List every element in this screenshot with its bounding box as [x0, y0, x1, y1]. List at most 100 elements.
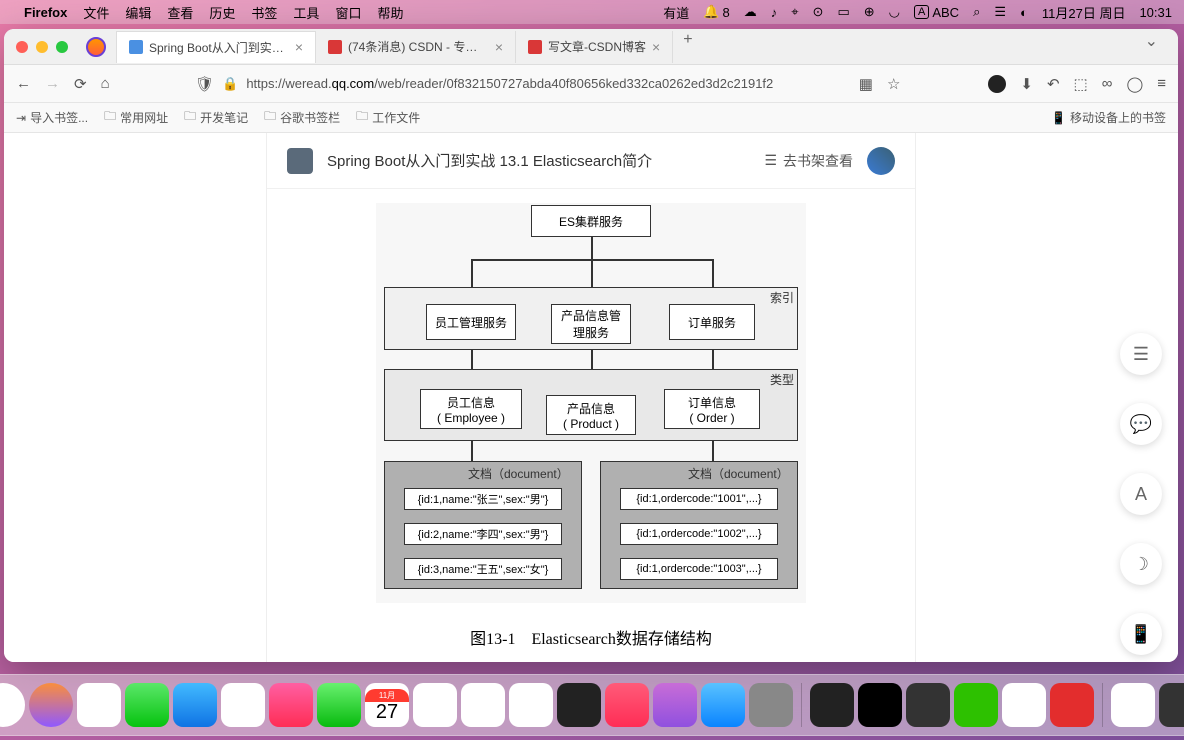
dock-facetime[interactable]	[317, 683, 361, 727]
dock-tiktok[interactable]	[858, 683, 902, 727]
diagram-doc-row: {id:3,name:"王五",sex:"女"}	[404, 558, 562, 580]
diagram-line	[471, 259, 713, 261]
status-siri-icon[interactable]: ◐	[1020, 5, 1028, 20]
close-tab-icon[interactable]: ×	[495, 39, 503, 55]
dock-chrome[interactable]	[0, 683, 25, 727]
menu-bookmarks[interactable]: 书签	[251, 3, 277, 22]
tabs-dropdown-icon[interactable]: ⌄	[1137, 31, 1166, 63]
qr-icon[interactable]: ▦	[859, 75, 873, 93]
menu-view[interactable]: 查看	[167, 3, 193, 22]
dock-terminal[interactable]	[810, 683, 854, 727]
status-control-center-icon[interactable]: ☰	[994, 4, 1006, 20]
dock-maps[interactable]	[221, 683, 265, 727]
status-battery-icon[interactable]: ▭	[837, 4, 849, 20]
dock-music[interactable]	[605, 683, 649, 727]
extension-1[interactable]	[988, 75, 1006, 93]
dock-contacts[interactable]	[413, 683, 457, 727]
dock-reminders[interactable]	[461, 683, 505, 727]
dock-qq[interactable]	[1002, 683, 1046, 727]
status-location-icon[interactable]: ⊕	[864, 4, 875, 20]
reload-button[interactable]: ⟳	[74, 75, 87, 93]
dock-podcasts[interactable]	[653, 683, 697, 727]
dock-wechat[interactable]	[954, 683, 998, 727]
tab-csdn-write[interactable]: 写文章-CSDN博客×	[516, 31, 673, 63]
night-mode-button[interactable]: ☽	[1120, 543, 1162, 585]
cal-month: 11月	[365, 689, 409, 702]
dock-minimized-window[interactable]	[1159, 683, 1184, 727]
dock-firefox[interactable]	[29, 683, 73, 727]
menu-window[interactable]: 窗口	[335, 3, 361, 22]
close-tab-icon[interactable]: ×	[295, 39, 303, 55]
bookmark-folder-common[interactable]: 🗀 常用网址	[104, 107, 168, 128]
dock-youdao[interactable]	[1050, 683, 1094, 727]
import-bookmarks[interactable]: ⇥ 导入书签...	[16, 109, 88, 126]
menu-icon[interactable]: ≡	[1157, 75, 1166, 92]
mobile-button[interactable]: 📱	[1120, 613, 1162, 655]
close-window-button[interactable]	[16, 41, 28, 53]
download-icon[interactable]: ⬇	[1020, 75, 1033, 93]
status-notification[interactable]: 🔔8	[703, 4, 729, 20]
menu-tools[interactable]: 工具	[293, 3, 319, 22]
user-avatar[interactable]	[867, 147, 895, 175]
menu-file[interactable]: 文件	[83, 3, 109, 22]
tab-csdn-inbox[interactable]: (74条消息) CSDN - 专业开发者社×	[316, 31, 516, 63]
dock-calendar[interactable]: 11月27	[365, 683, 409, 727]
shield-icon[interactable]: 🛡	[195, 75, 214, 93]
status-play-icon[interactable]: ⊙	[813, 4, 824, 20]
dock-intellij[interactable]	[906, 683, 950, 727]
diagram-arrow	[471, 441, 473, 463]
minimize-window-button[interactable]	[36, 41, 48, 53]
undo-icon[interactable]: ↶	[1047, 75, 1060, 93]
diagram-doc-row: {id:2,name:"李四",sex:"男"}	[404, 523, 562, 545]
forward-button[interactable]: →	[45, 75, 60, 92]
menu-edit[interactable]: 编辑	[125, 3, 151, 22]
menu-help[interactable]: 帮助	[377, 3, 403, 22]
status-youdao[interactable]: 有道	[663, 3, 689, 22]
new-tab-button[interactable]: +	[673, 31, 702, 63]
dock-notes[interactable]	[509, 683, 553, 727]
lock-icon[interactable]: 🔒	[222, 76, 238, 92]
url-field[interactable]: 🛡 🔒 https://weread.qq.com/web/reader/0f8…	[124, 70, 845, 98]
catalog-button[interactable]: ☰	[1120, 333, 1162, 375]
close-tab-icon[interactable]: ×	[652, 39, 660, 55]
extension-icon[interactable]: ◯	[1126, 75, 1143, 93]
status-wechat-icon[interactable]: ☁	[744, 4, 757, 20]
bookmark-folder-dev[interactable]: 🗀 开发笔记	[184, 107, 248, 128]
tab-weread[interactable]: Spring Boot从入门到实战-章为忠×	[116, 31, 316, 63]
dock-mail[interactable]	[173, 683, 217, 727]
dock-settings[interactable]	[749, 683, 793, 727]
home-button[interactable]: ⌂	[101, 75, 110, 92]
dock-photos[interactable]	[269, 683, 313, 727]
browser-tabs: Spring Boot从入门到实战-章为忠× (74条消息) CSDN - 专业…	[116, 31, 1166, 63]
notes-button[interactable]: 💬	[1120, 403, 1162, 445]
maximize-window-button[interactable]	[56, 41, 68, 53]
status-date[interactable]: 11月27日 周日	[1042, 3, 1126, 22]
bookmark-star-icon[interactable]: ☆	[887, 75, 900, 93]
bkm-label: 导入书签...	[30, 109, 88, 126]
book-cover-icon[interactable]	[287, 148, 313, 174]
font-button[interactable]: A	[1120, 473, 1162, 515]
status-ime[interactable]: A ABC	[914, 5, 959, 20]
back-button[interactable]: ←	[16, 75, 31, 92]
dock-folder[interactable]	[1111, 683, 1155, 727]
status-time[interactable]: 10:31	[1139, 5, 1172, 20]
status-bluetooth-icon[interactable]: ⌖	[791, 4, 798, 20]
menu-history[interactable]: 历史	[209, 3, 235, 22]
status-tiktok-icon[interactable]: ♪	[771, 5, 778, 20]
dock-appstore[interactable]	[701, 683, 745, 727]
ime-letter: A	[914, 5, 929, 19]
status-wifi-icon[interactable]: ◡	[889, 4, 900, 20]
bookmark-folder-work[interactable]: 🗀 工作文件	[356, 107, 420, 128]
infinity-icon[interactable]: ∞	[1102, 75, 1113, 92]
app-name[interactable]: Firefox	[24, 5, 67, 20]
go-to-shelf-button[interactable]: ☰ 去书架查看	[764, 151, 853, 171]
figure-caption: 图13-1 Elasticsearch数据存储结构	[267, 625, 915, 649]
dock-tv[interactable]	[557, 683, 601, 727]
dock-messages[interactable]	[125, 683, 169, 727]
status-search-icon[interactable]: ⌕	[973, 4, 980, 20]
diagram-index-order: 订单服务	[669, 304, 755, 340]
mobile-bookmarks[interactable]: 📱 移动设备上的书签	[1051, 109, 1166, 126]
pocket-icon[interactable]: ⬚	[1074, 75, 1088, 93]
dock-safari[interactable]	[77, 683, 121, 727]
bookmark-folder-google[interactable]: 🗀 谷歌书签栏	[264, 107, 340, 128]
